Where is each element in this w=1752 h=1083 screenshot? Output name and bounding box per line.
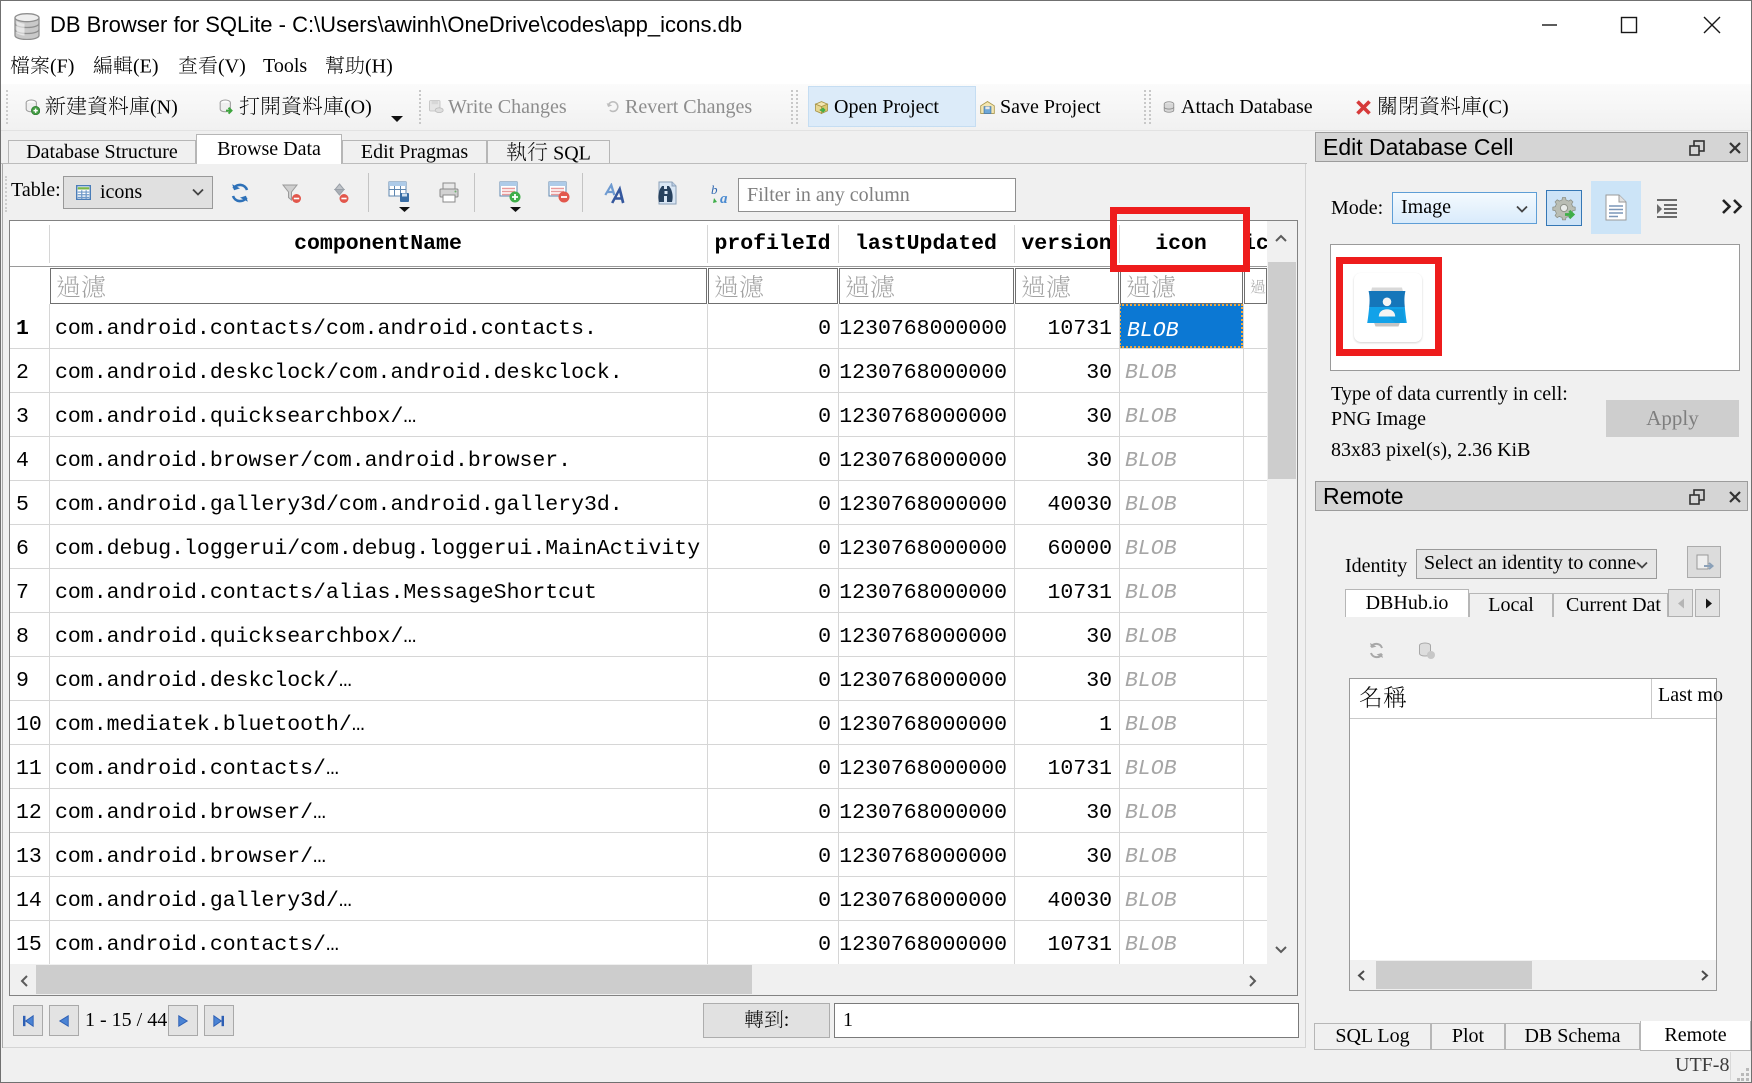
svg-text:b: b: [711, 182, 718, 197]
svg-text:a: a: [720, 191, 728, 206]
